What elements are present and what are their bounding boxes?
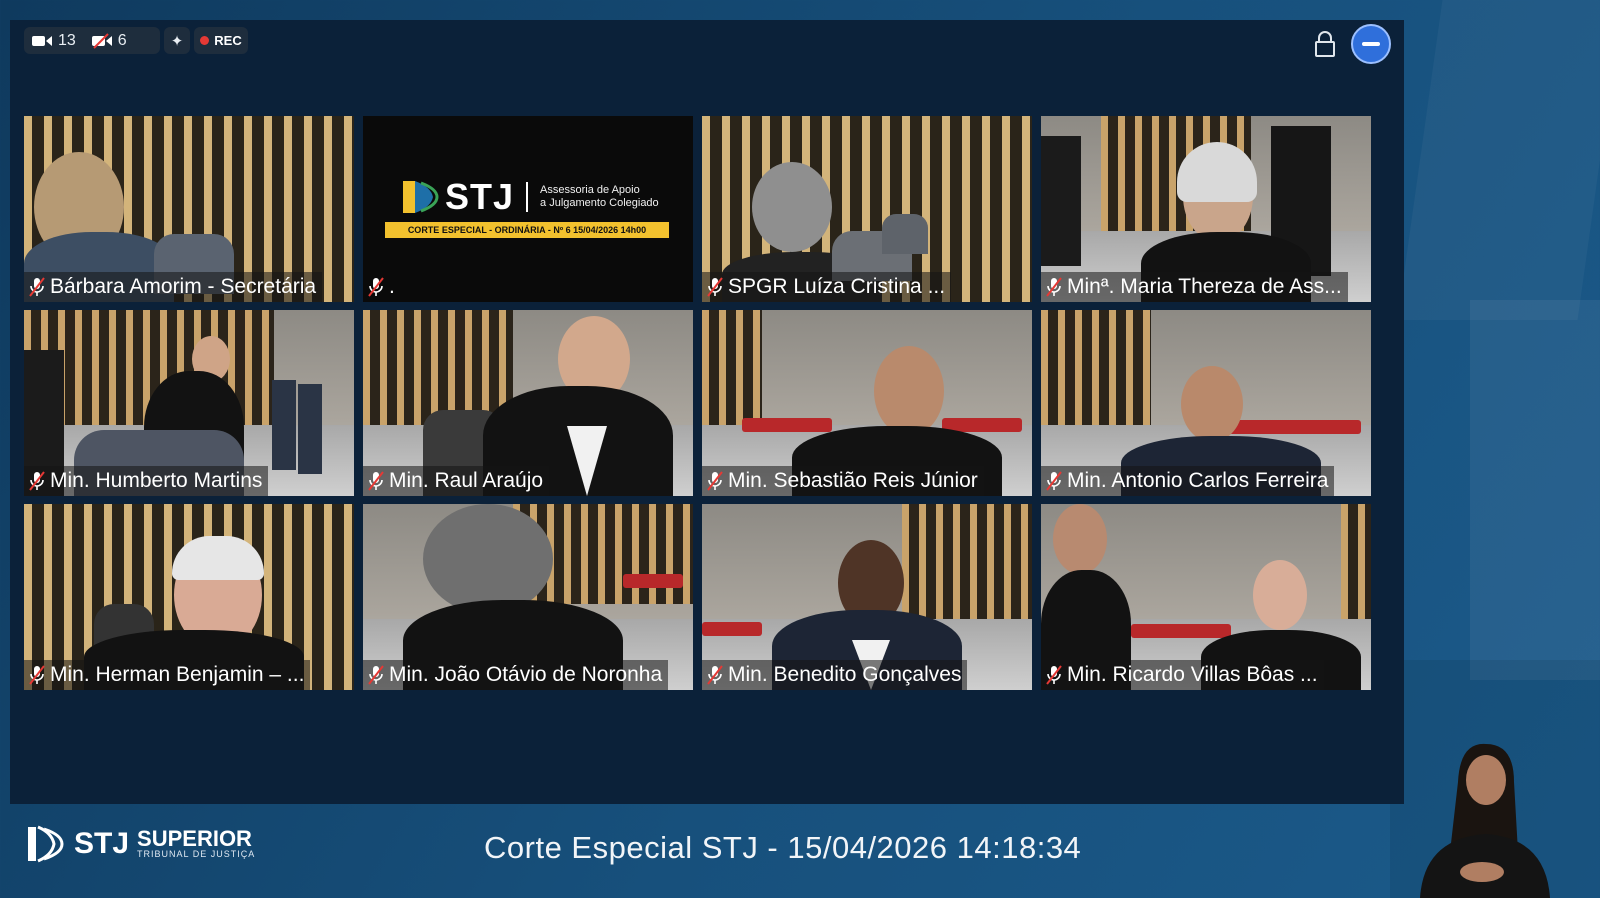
sparkle-icon: ✦ (170, 32, 184, 50)
video-tile[interactable]: Min. Sebastião Reis Júnior (702, 310, 1032, 496)
stj-footer-logo: STJ SUPERIOR TRIBUNAL DE JUSTIÇA (26, 823, 255, 865)
video-off-count: 6 (117, 31, 127, 49)
footer-logo-stj: STJ (74, 827, 130, 860)
video-tile[interactable]: Min. Humberto Martins (24, 310, 354, 496)
slide-logo-text: STJ (445, 176, 515, 217)
meeting-window: 13 6 ✦ REC Bárbara Amorim - Secretária S… (10, 20, 1404, 804)
slide-separator (526, 182, 529, 212)
participant-name-label: Bárbara Amorim - Secretária (24, 272, 323, 302)
participant-name: Min. Humberto Martins (50, 469, 263, 492)
background-facet (1470, 300, 1600, 680)
video-count: 13 (58, 31, 76, 49)
mic-muted-icon (29, 665, 45, 685)
lock-icon (1315, 31, 1335, 57)
record-dot-icon (200, 36, 210, 45)
participant-name: Min. Ricardo Villas Bôas ... (1067, 663, 1318, 686)
meeting-toolbar: 13 6 ✦ REC (10, 20, 1404, 74)
video-grid: Bárbara Amorim - Secretária STJ Assessor… (24, 116, 1371, 690)
mic-muted-icon (1046, 277, 1062, 297)
participant-name-label: Min. Antonio Carlos Ferreira (1041, 466, 1335, 496)
participant-name: . (389, 275, 395, 298)
participant-name: Minª. Maria Thereza de Ass... (1067, 275, 1342, 298)
video-tile[interactable]: SPGR Luíza Cristina ... (702, 116, 1032, 302)
mic-muted-icon (368, 665, 384, 685)
footer-logo-superior: SUPERIOR (137, 826, 252, 851)
participant-name: Min. Antonio Carlos Ferreira (1067, 469, 1329, 492)
participant-name: Bárbara Amorim - Secretária (50, 275, 317, 298)
lock-button[interactable] (1312, 30, 1338, 58)
participant-name-label: Min. Ricardo Villas Bôas ... (1041, 660, 1324, 690)
footer-logo-tribunal: TRIBUNAL DE JUSTIÇA (137, 849, 256, 859)
video-tile[interactable]: Min. João Otávio de Noronha (363, 504, 693, 690)
mic-muted-icon (368, 471, 384, 491)
broadcast-title: Corte Especial STJ - 15/04/2026 14:18:34 (484, 830, 1082, 865)
video-tile[interactable]: STJ Assessoria de Apoio a Julgamento Col… (363, 116, 693, 302)
mic-muted-icon (1046, 471, 1062, 491)
leave-button[interactable] (1351, 24, 1391, 64)
participant-name-label: Min. Raul Araújo (363, 466, 550, 496)
slide-subtitle: Assessoria de Apoio a Julgamento Colegia… (540, 184, 659, 210)
leave-icon (1362, 42, 1380, 46)
session-banner: CORTE ESPECIAL - ORDINÁRIA - Nº 6 15/04/… (385, 222, 669, 238)
participant-name-label: Min. Herman Benjamin – ... (24, 660, 311, 690)
video-tile[interactable]: Min. Antonio Carlos Ferreira (1041, 310, 1371, 496)
participant-name: Min. João Otávio de Noronha (389, 663, 663, 686)
participant-name-label: Minª. Maria Thereza de Ass... (1041, 272, 1348, 302)
participant-name-label: Min. Sebastião Reis Júnior (702, 466, 984, 496)
participant-name-label: Min. Benedito Gonçalves (702, 660, 968, 690)
participant-name: Min. Sebastião Reis Júnior (728, 469, 978, 492)
video-tile[interactable]: Min. Ricardo Villas Bôas ... (1041, 504, 1371, 690)
participant-name: Min. Herman Benjamin – ... (50, 663, 305, 686)
participant-stats[interactable]: 13 6 (24, 27, 160, 54)
participant-name: Min. Benedito Gonçalves (728, 663, 962, 686)
sign-language-interpreter (1420, 743, 1550, 898)
video-tile[interactable]: Minª. Maria Thereza de Ass... (1041, 116, 1371, 302)
stj-logo-mark (28, 825, 64, 863)
stj-logo-mark (403, 181, 439, 213)
participant-name: Min. Raul Araújo (389, 469, 544, 492)
rec-label: REC (214, 33, 242, 48)
recording-badge: REC (194, 27, 248, 54)
stj-slide-logo: STJ Assessoria de Apoio a Julgamento Col… (401, 176, 659, 218)
sparkle-button[interactable]: ✦ (164, 27, 190, 54)
video-tile[interactable]: Min. Raul Araújo (363, 310, 693, 496)
mic-muted-icon (707, 665, 723, 685)
slide-subtitle-line1: Assessoria de Apoio (540, 184, 640, 196)
video-off-icon (91, 32, 112, 49)
participant-name: SPGR Luíza Cristina ... (728, 275, 946, 298)
slide-subtitle-line2: a Julgamento Colegiado (540, 197, 659, 209)
video-tile[interactable]: Bárbara Amorim - Secretária (24, 116, 354, 302)
mic-muted-icon (368, 277, 384, 297)
footer-logo-wordmark: SUPERIOR TRIBUNAL DE JUSTIÇA (137, 826, 256, 860)
mic-muted-icon (29, 277, 45, 297)
camera-icon (32, 34, 52, 48)
video-tile[interactable]: Min. Herman Benjamin – ... (24, 504, 354, 690)
participant-name-label: . (363, 272, 401, 302)
mic-muted-icon (707, 471, 723, 491)
mic-muted-icon (29, 471, 45, 491)
participant-name-label: Min. João Otávio de Noronha (363, 660, 669, 690)
mic-muted-icon (707, 277, 723, 297)
background-facet (1397, 0, 1600, 320)
participant-name-label: SPGR Luíza Cristina ... (702, 272, 952, 302)
participant-name-label: Min. Humberto Martins (24, 466, 269, 496)
video-tile[interactable]: Min. Benedito Gonçalves (702, 504, 1032, 690)
mic-muted-icon (1046, 665, 1062, 685)
